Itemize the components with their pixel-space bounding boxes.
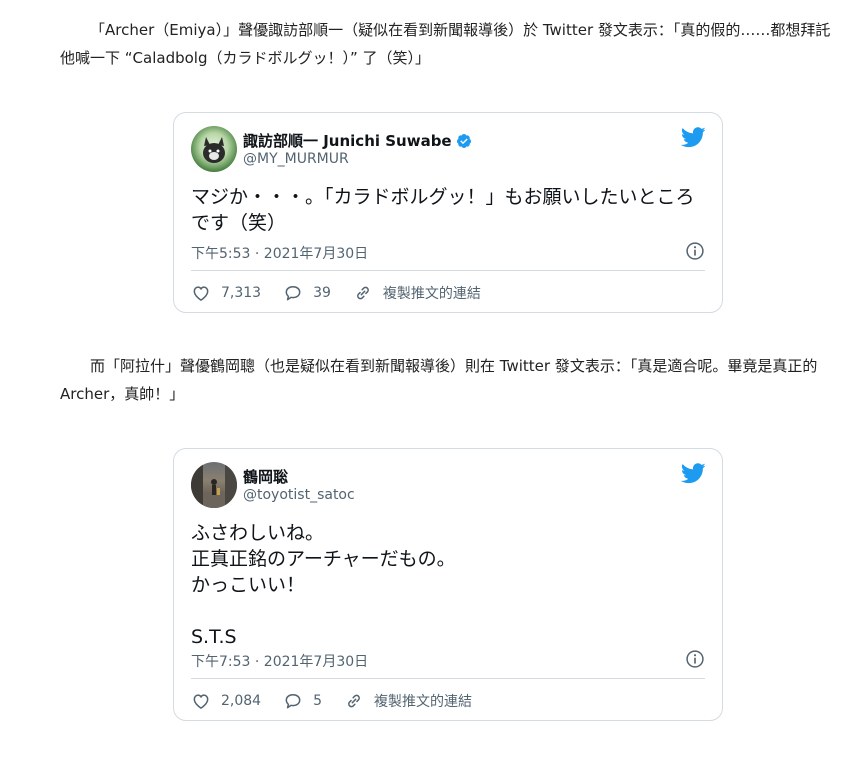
heart-icon	[193, 694, 209, 709]
tweet-timestamp[interactable]: 下午7:53 · 2021年7月30日	[191, 651, 368, 671]
reply-action[interactable]: 39	[283, 283, 331, 303]
tweet-author-name[interactable]: 諏訪部順一 Junichi Suwabe	[243, 130, 472, 151]
tweet-actions: 7,313 39 複製推文的連結	[191, 283, 503, 303]
tweet-timestamp[interactable]: 下午5:53 · 2021年7月30日	[191, 243, 368, 263]
copy-link-label: 複製推文的連結	[382, 286, 481, 302]
tweet-author-name[interactable]: 鶴岡聡	[243, 466, 288, 487]
info-icon[interactable]	[685, 649, 705, 669]
embedded-tweet-suwabe[interactable]: 諏訪部順一 Junichi Suwabe @MY_MURMUR マジか・・・。「…	[173, 112, 723, 313]
reply-icon	[285, 286, 301, 301]
dog-avatar-icon	[203, 137, 225, 163]
copy-link-action[interactable]: 複製推文的連結	[344, 691, 472, 711]
link-icon	[357, 286, 369, 300]
tweet-text: マジか・・・。「カラドボルグッ！」もお願いしたいところです（笑）	[191, 186, 695, 234]
tweet-divider	[191, 270, 705, 271]
copy-link-label: 複製推文的連結	[374, 694, 473, 710]
reply-count: 5	[313, 693, 323, 709]
like-action[interactable]: 2,084	[191, 691, 261, 711]
avatar[interactable]	[191, 126, 237, 172]
twitter-bird-icon[interactable]	[681, 463, 706, 484]
reply-action[interactable]: 5	[283, 691, 322, 711]
twitter-bird-icon[interactable]	[681, 127, 706, 148]
link-icon	[348, 694, 360, 708]
copy-link-action[interactable]: 複製推文的連結	[353, 283, 481, 303]
reply-icon	[285, 694, 301, 709]
article-paragraph-1: 「Archer（Emiya）」聲優諏訪部順一（疑似在看到新聞報導後）於 Twit…	[60, 21, 831, 67]
tweet-divider	[191, 678, 705, 679]
display-name[interactable]: 諏訪部順一 Junichi Suwabe	[243, 130, 452, 151]
display-name[interactable]: 鶴岡聡	[243, 466, 288, 487]
like-count: 7,313	[221, 285, 262, 301]
verified-badge-icon	[456, 133, 471, 148]
reply-count: 39	[313, 285, 331, 301]
article-paragraph-2: 而「阿拉什」聲優鶴岡聰（也是疑似在看到新聞報導後）則在 Twitter 發文表示…	[60, 357, 818, 403]
embedded-tweet-tsuruoka[interactable]: 鶴岡聡 @toyotist_satoc ふさわしいね。 正真正銘のアーチャーだも…	[173, 448, 723, 721]
tweet-author-handle[interactable]: @MY_MURMUR	[243, 151, 349, 167]
like-count: 2,084	[221, 693, 262, 709]
person-street-avatar-icon	[191, 462, 237, 508]
tweet-actions: 2,084 5 複製推文的連結	[191, 691, 494, 711]
tweet-text: ふさわしいね。 正真正銘のアーチャーだもの。 かっこいい！ S.T.S	[191, 522, 456, 648]
heart-icon	[193, 286, 209, 301]
info-icon[interactable]	[685, 241, 705, 261]
avatar[interactable]	[191, 462, 237, 508]
tweet-author-handle[interactable]: @toyotist_satoc	[243, 487, 355, 503]
like-action[interactable]: 7,313	[191, 283, 261, 303]
